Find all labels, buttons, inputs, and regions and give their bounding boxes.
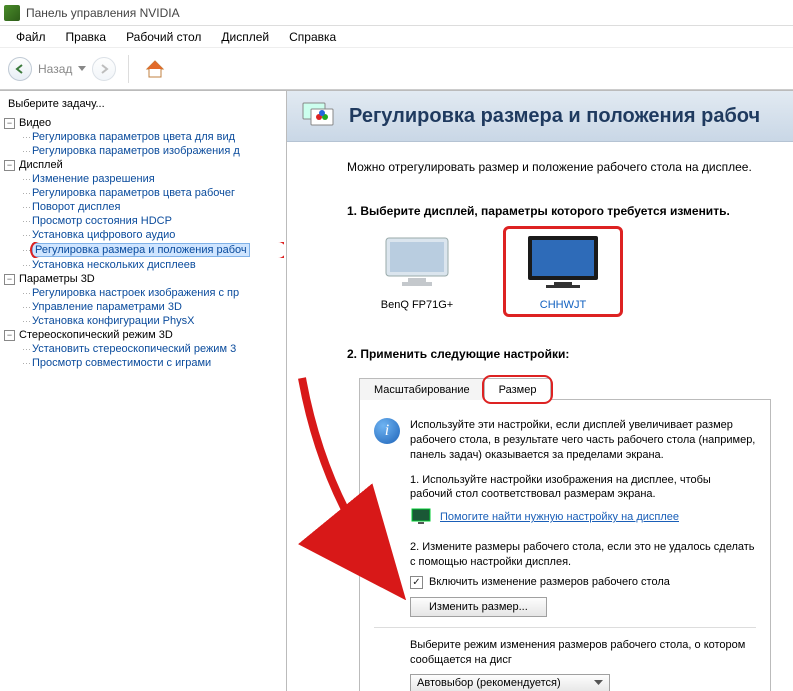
nvidia-icon [4,5,20,21]
tree-group[interactable]: Стереоскопический режим 3D [19,329,173,341]
menubar: Файл Правка Рабочий стол Дисплей Справка [0,26,793,48]
monitor-icon [410,508,432,526]
tree-item[interactable]: Установка цифрового аудио [32,229,175,241]
help-link[interactable]: Помогите найти нужную настройку на диспл… [440,511,679,523]
resize-mode-select[interactable]: Автовыбор (рекомендуется) [410,674,610,691]
back-dropdown-icon[interactable] [78,66,86,72]
menu-help[interactable]: Справка [279,28,346,46]
checkbox-icon: ✓ [410,576,423,589]
menu-edit[interactable]: Правка [56,28,117,46]
tree-item[interactable]: Просмотр состояния HDCP [32,215,172,227]
sidebar-title: Выберите задачу... [2,95,284,116]
forward-button[interactable] [92,57,116,81]
window-title: Панель управления NVIDIA [26,6,180,20]
step1-title: 1. Выберите дисплей, параметры которого … [347,204,771,218]
back-button[interactable] [8,57,32,81]
toolbar-separator [128,55,129,83]
substep-1: 1. Используйте настройки изображения на … [410,473,756,503]
task-sidebar: Выберите задачу... −Видео⋯Регулировка па… [0,91,287,691]
intro-text: Можно отрегулировать размер и положение … [347,160,771,174]
info-icon: i [374,418,400,444]
main-panel: Регулировка размера и положения рабоч Мо… [287,91,793,691]
menu-desktop[interactable]: Рабочий стол [116,28,211,46]
tree-item[interactable]: Установить стереоскопический режим 3 [32,343,236,355]
tree-toggle[interactable]: − [4,274,15,285]
display-2-label: CHHWJT [513,299,613,311]
tree-group[interactable]: Дисплей [19,159,63,171]
menu-display[interactable]: Дисплей [211,28,279,46]
menu-file[interactable]: Файл [6,28,56,46]
chevron-down-icon [594,680,603,686]
display-option-2[interactable]: CHHWJT [513,234,613,311]
header-display-icon [299,101,335,131]
tab-bar: Масштабирование Размер [359,377,771,400]
tree-item[interactable]: Изменение разрешения [32,173,155,185]
info-text: Используйте эти настройки, если дисплей … [410,418,756,463]
main-header: Регулировка размера и положения рабоч [287,91,793,142]
tree-item[interactable]: Регулировка параметров изображения д [32,145,240,157]
tree-toggle[interactable]: − [4,330,15,341]
substep-2: 2. Измените размеры рабочего стола, если… [410,540,756,570]
tree-item[interactable]: Регулировка размера и положения рабоч [32,243,250,257]
resize-button[interactable]: Изменить размер... [410,597,547,617]
display-1-label: BenQ FP71G+ [367,299,467,311]
tree-item[interactable]: Просмотр совместимости с играми [32,357,211,369]
home-button[interactable] [141,55,169,83]
tree-item[interactable]: Регулировка настроек изображения с пр [32,287,239,299]
tree-item[interactable]: Управление параметрами 3D [32,301,182,313]
tree-item[interactable]: Установка нескольких дисплеев [32,259,196,271]
divider [374,627,756,628]
window-titlebar: Панель управления NVIDIA [0,0,793,26]
tree-group[interactable]: Параметры 3D [19,273,95,285]
display-picker: BenQ FP71G+ CHHWJT [367,234,771,311]
tree-item[interactable]: Установка конфигурации PhysX [32,315,194,327]
tree-item[interactable]: Регулировка параметров цвета для вид [32,131,235,143]
tab-scaling[interactable]: Масштабирование [359,378,485,400]
tree-toggle[interactable]: − [4,160,15,171]
select-value: Автовыбор (рекомендуется) [417,677,561,689]
tree-item[interactable]: Поворот дисплея [32,201,120,213]
tab-size[interactable]: Размер [484,378,552,400]
toolbar: Назад [0,48,793,90]
page-title: Регулировка размера и положения рабоч [349,105,760,128]
step2-title: 2. Применить следующие настройки: [347,347,771,361]
display-option-1[interactable]: BenQ FP71G+ [367,234,467,311]
tree-item[interactable]: Регулировка параметров цвета рабочег [32,187,235,199]
select-mode-label: Выберите режим изменения размеров рабоче… [410,638,756,668]
back-label: Назад [38,62,72,76]
checkbox-label: Включить изменение размеров рабочего сто… [429,576,670,588]
tree-toggle[interactable]: − [4,118,15,129]
enable-resize-checkbox[interactable]: ✓ Включить изменение размеров рабочего с… [410,576,756,589]
tab-panel-size: i Используйте эти настройки, если диспле… [359,400,771,691]
tree-group[interactable]: Видео [19,117,51,129]
